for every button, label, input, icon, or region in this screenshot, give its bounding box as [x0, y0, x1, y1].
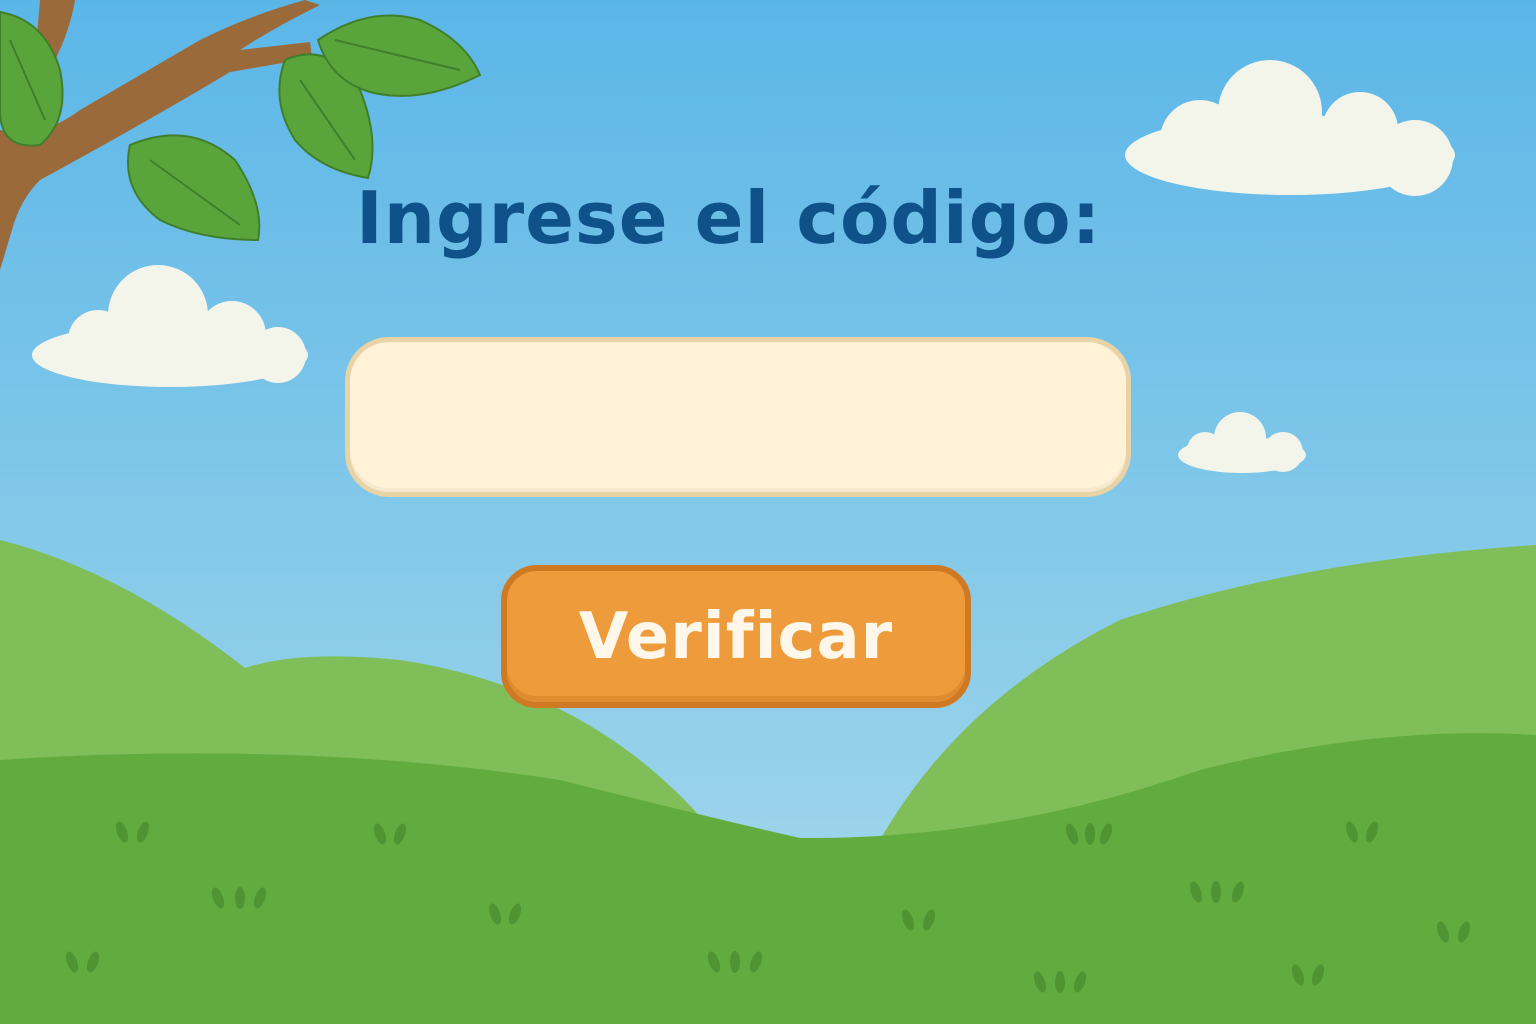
code-input[interactable] — [345, 337, 1131, 497]
code-prompt-heading: Ingrese el código: — [356, 176, 1102, 260]
background-scene — [0, 0, 1536, 1024]
verify-button[interactable]: Verificar — [501, 565, 971, 708]
